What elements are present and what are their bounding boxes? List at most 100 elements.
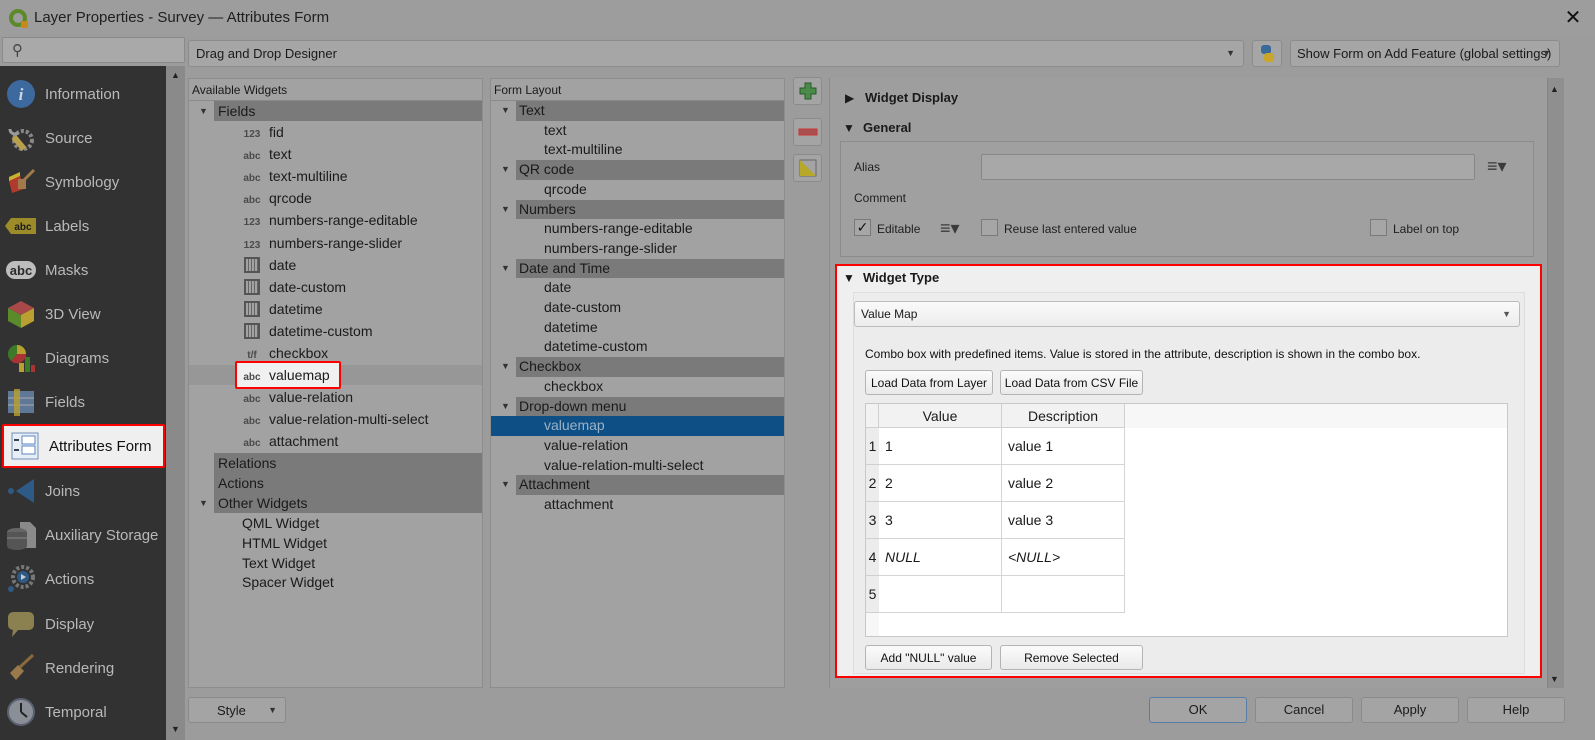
row-header[interactable]: 2 — [866, 465, 879, 502]
field-item[interactable]: date-custom — [241, 277, 482, 297]
reuse-last-value-checkbox[interactable] — [981, 219, 998, 236]
tree-group-fields[interactable]: ▼ Fields — [189, 101, 482, 121]
layout-field-item[interactable]: numbers-range-editable — [491, 219, 784, 239]
sidebar-item-3d-view[interactable]: 3D View — [0, 292, 166, 336]
sidebar-item-rendering[interactable]: Rendering — [0, 646, 166, 690]
field-item[interactable]: 123 fid — [241, 122, 482, 142]
row-header[interactable]: 1 — [866, 428, 879, 465]
value-cell[interactable]: 1 — [879, 428, 1002, 465]
sidebar-item-information[interactable]: i Information — [0, 72, 166, 116]
layout-container[interactable]: ▼ QR code — [491, 160, 784, 180]
field-item[interactable]: abc value-relation — [241, 387, 482, 407]
layout-field-item[interactable]: value-relation — [491, 436, 784, 456]
layout-mode-select[interactable]: Drag and Drop Designer ▼ — [188, 40, 1244, 67]
field-item[interactable]: datetime — [241, 299, 482, 319]
widget-display-section-toggle[interactable]: ▶ Widget Display — [845, 90, 958, 105]
sidebar-scrollbar[interactable]: ▲ ▼ — [166, 66, 185, 740]
help-button[interactable]: Help — [1467, 697, 1565, 723]
description-cell[interactable] — [1002, 576, 1125, 613]
sidebar-search-input[interactable]: ⚲ — [2, 37, 185, 63]
sidebar-item-display[interactable]: Display — [0, 602, 166, 646]
widget-type-section-toggle[interactable]: ▼ Widget Type — [843, 270, 939, 285]
field-item[interactable]: t/f checkbox — [241, 343, 482, 363]
layout-container[interactable]: ▼ Numbers — [491, 199, 784, 220]
scroll-up-icon[interactable]: ▲ — [1550, 84, 1559, 94]
value-cell[interactable]: 2 — [879, 465, 1002, 502]
field-item[interactable]: abc attachment — [241, 431, 482, 451]
column-header-value[interactable]: Value — [879, 404, 1002, 428]
sidebar-item-symbology[interactable]: Symbology — [0, 160, 166, 204]
sidebar-item-attributes-form[interactable]: Attributes Form — [2, 424, 165, 468]
sidebar-item-actions[interactable]: Actions — [0, 557, 166, 601]
general-section-toggle[interactable]: ▼ General — [843, 120, 911, 135]
description-cell[interactable]: <NULL> — [1002, 539, 1125, 576]
sidebar-item-joins[interactable]: Joins — [0, 469, 166, 513]
column-header-description[interactable]: Description — [1002, 404, 1125, 428]
tree-group-other-widgets[interactable]: ▼ Other Widgets — [189, 493, 482, 513]
layout-field-item[interactable]: date-custom — [491, 298, 784, 318]
field-item[interactable]: abc qrcode — [241, 188, 482, 208]
expression-icon[interactable]: ≡▾ — [1487, 156, 1513, 176]
alias-input[interactable] — [981, 154, 1475, 180]
remove-selected-button[interactable]: Remove Selected — [1000, 645, 1143, 670]
python-init-button[interactable] — [1252, 40, 1282, 67]
tree-group-actions[interactable]: Actions — [214, 473, 482, 493]
load-data-from-layer-button[interactable]: Load Data from Layer — [865, 370, 993, 395]
field-item[interactable]: 123 numbers-range-slider — [241, 233, 482, 253]
field-item[interactable]: date — [241, 255, 482, 275]
sidebar-item-source[interactable]: Source — [0, 116, 166, 160]
sidebar-item-temporal[interactable]: Temporal — [0, 690, 166, 734]
editable-checkbox[interactable]: ✓ — [854, 219, 871, 236]
layout-field-item[interactable]: qrcode — [491, 180, 784, 200]
layout-field-item[interactable]: date — [491, 278, 784, 298]
config-scrollbar[interactable]: ▲ ▼ — [1547, 78, 1564, 688]
field-item[interactable]: abc text — [241, 144, 482, 164]
row-header[interactable]: 3 — [866, 502, 879, 539]
other-widget-item[interactable]: HTML Widget — [242, 533, 327, 553]
close-icon[interactable]: ✕ — [1560, 6, 1586, 30]
scroll-down-icon[interactable]: ▼ — [1550, 674, 1559, 684]
value-cell[interactable]: 3 — [879, 502, 1002, 539]
layout-field-item[interactable]: text-multiline — [491, 140, 784, 160]
style-menu-button[interactable]: Style ▼ — [188, 697, 286, 723]
field-item[interactable]: 123 numbers-range-editable — [241, 210, 482, 230]
sidebar-item-masks[interactable]: abc Masks — [0, 248, 166, 292]
description-cell[interactable]: value 3 — [1002, 502, 1125, 539]
layout-field-item[interactable]: text — [491, 121, 784, 141]
sidebar-item-auxiliary-storage[interactable]: Auxiliary Storage — [0, 513, 166, 557]
field-item[interactable]: abc valuemap — [241, 365, 482, 385]
layout-container[interactable]: ▼ Attachment — [491, 475, 784, 495]
layout-container[interactable]: ▼ Text — [491, 101, 784, 121]
scroll-up-icon[interactable]: ▲ — [168, 70, 183, 80]
apply-button[interactable]: Apply — [1361, 697, 1459, 723]
other-widget-item[interactable]: Spacer Widget — [242, 572, 334, 592]
field-item[interactable]: datetime-custom — [241, 321, 482, 341]
other-widget-item[interactable]: QML Widget — [242, 513, 319, 533]
tree-group-relations[interactable]: Relations — [214, 453, 482, 473]
description-cell[interactable]: value 2 — [1002, 465, 1125, 502]
data-defined-override-icon[interactable]: ≡▾ — [940, 218, 966, 238]
layout-field-item[interactable]: checkbox — [491, 377, 784, 397]
layout-field-item[interactable]: value-relation-multi-select — [491, 456, 784, 476]
scroll-down-icon[interactable]: ▼ — [168, 724, 183, 734]
load-data-from-csv-button[interactable]: Load Data from CSV File — [1000, 370, 1143, 395]
label-on-top-checkbox[interactable] — [1370, 219, 1387, 236]
layout-field-item[interactable]: datetime-custom — [491, 337, 784, 357]
add-container-button[interactable] — [793, 77, 822, 105]
layout-field-item[interactable]: attachment — [491, 495, 784, 515]
layout-container[interactable]: ▼ Drop-down menu — [491, 396, 784, 417]
invert-selection-button[interactable] — [793, 154, 822, 182]
row-header[interactable]: 5 — [866, 576, 879, 613]
widget-type-select[interactable]: Value Map ▼ — [854, 301, 1520, 327]
sidebar-item-labels[interactable]: abc Labels — [0, 204, 166, 248]
other-widget-item[interactable]: Text Widget — [242, 553, 315, 573]
value-cell[interactable]: NULL — [879, 539, 1002, 576]
layout-container[interactable]: ▼ Date and Time — [491, 258, 784, 279]
sidebar-item-diagrams[interactable]: Diagrams — [0, 336, 166, 380]
field-item[interactable]: abc text-multiline — [241, 166, 482, 186]
show-form-select[interactable]: Show Form on Add Feature (global setting… — [1290, 40, 1560, 67]
cancel-button[interactable]: Cancel — [1255, 697, 1353, 723]
add-null-value-button[interactable]: Add "NULL" value — [865, 645, 992, 670]
row-header[interactable]: 4 — [866, 539, 879, 576]
layout-field-item[interactable]: valuemap — [491, 416, 784, 436]
